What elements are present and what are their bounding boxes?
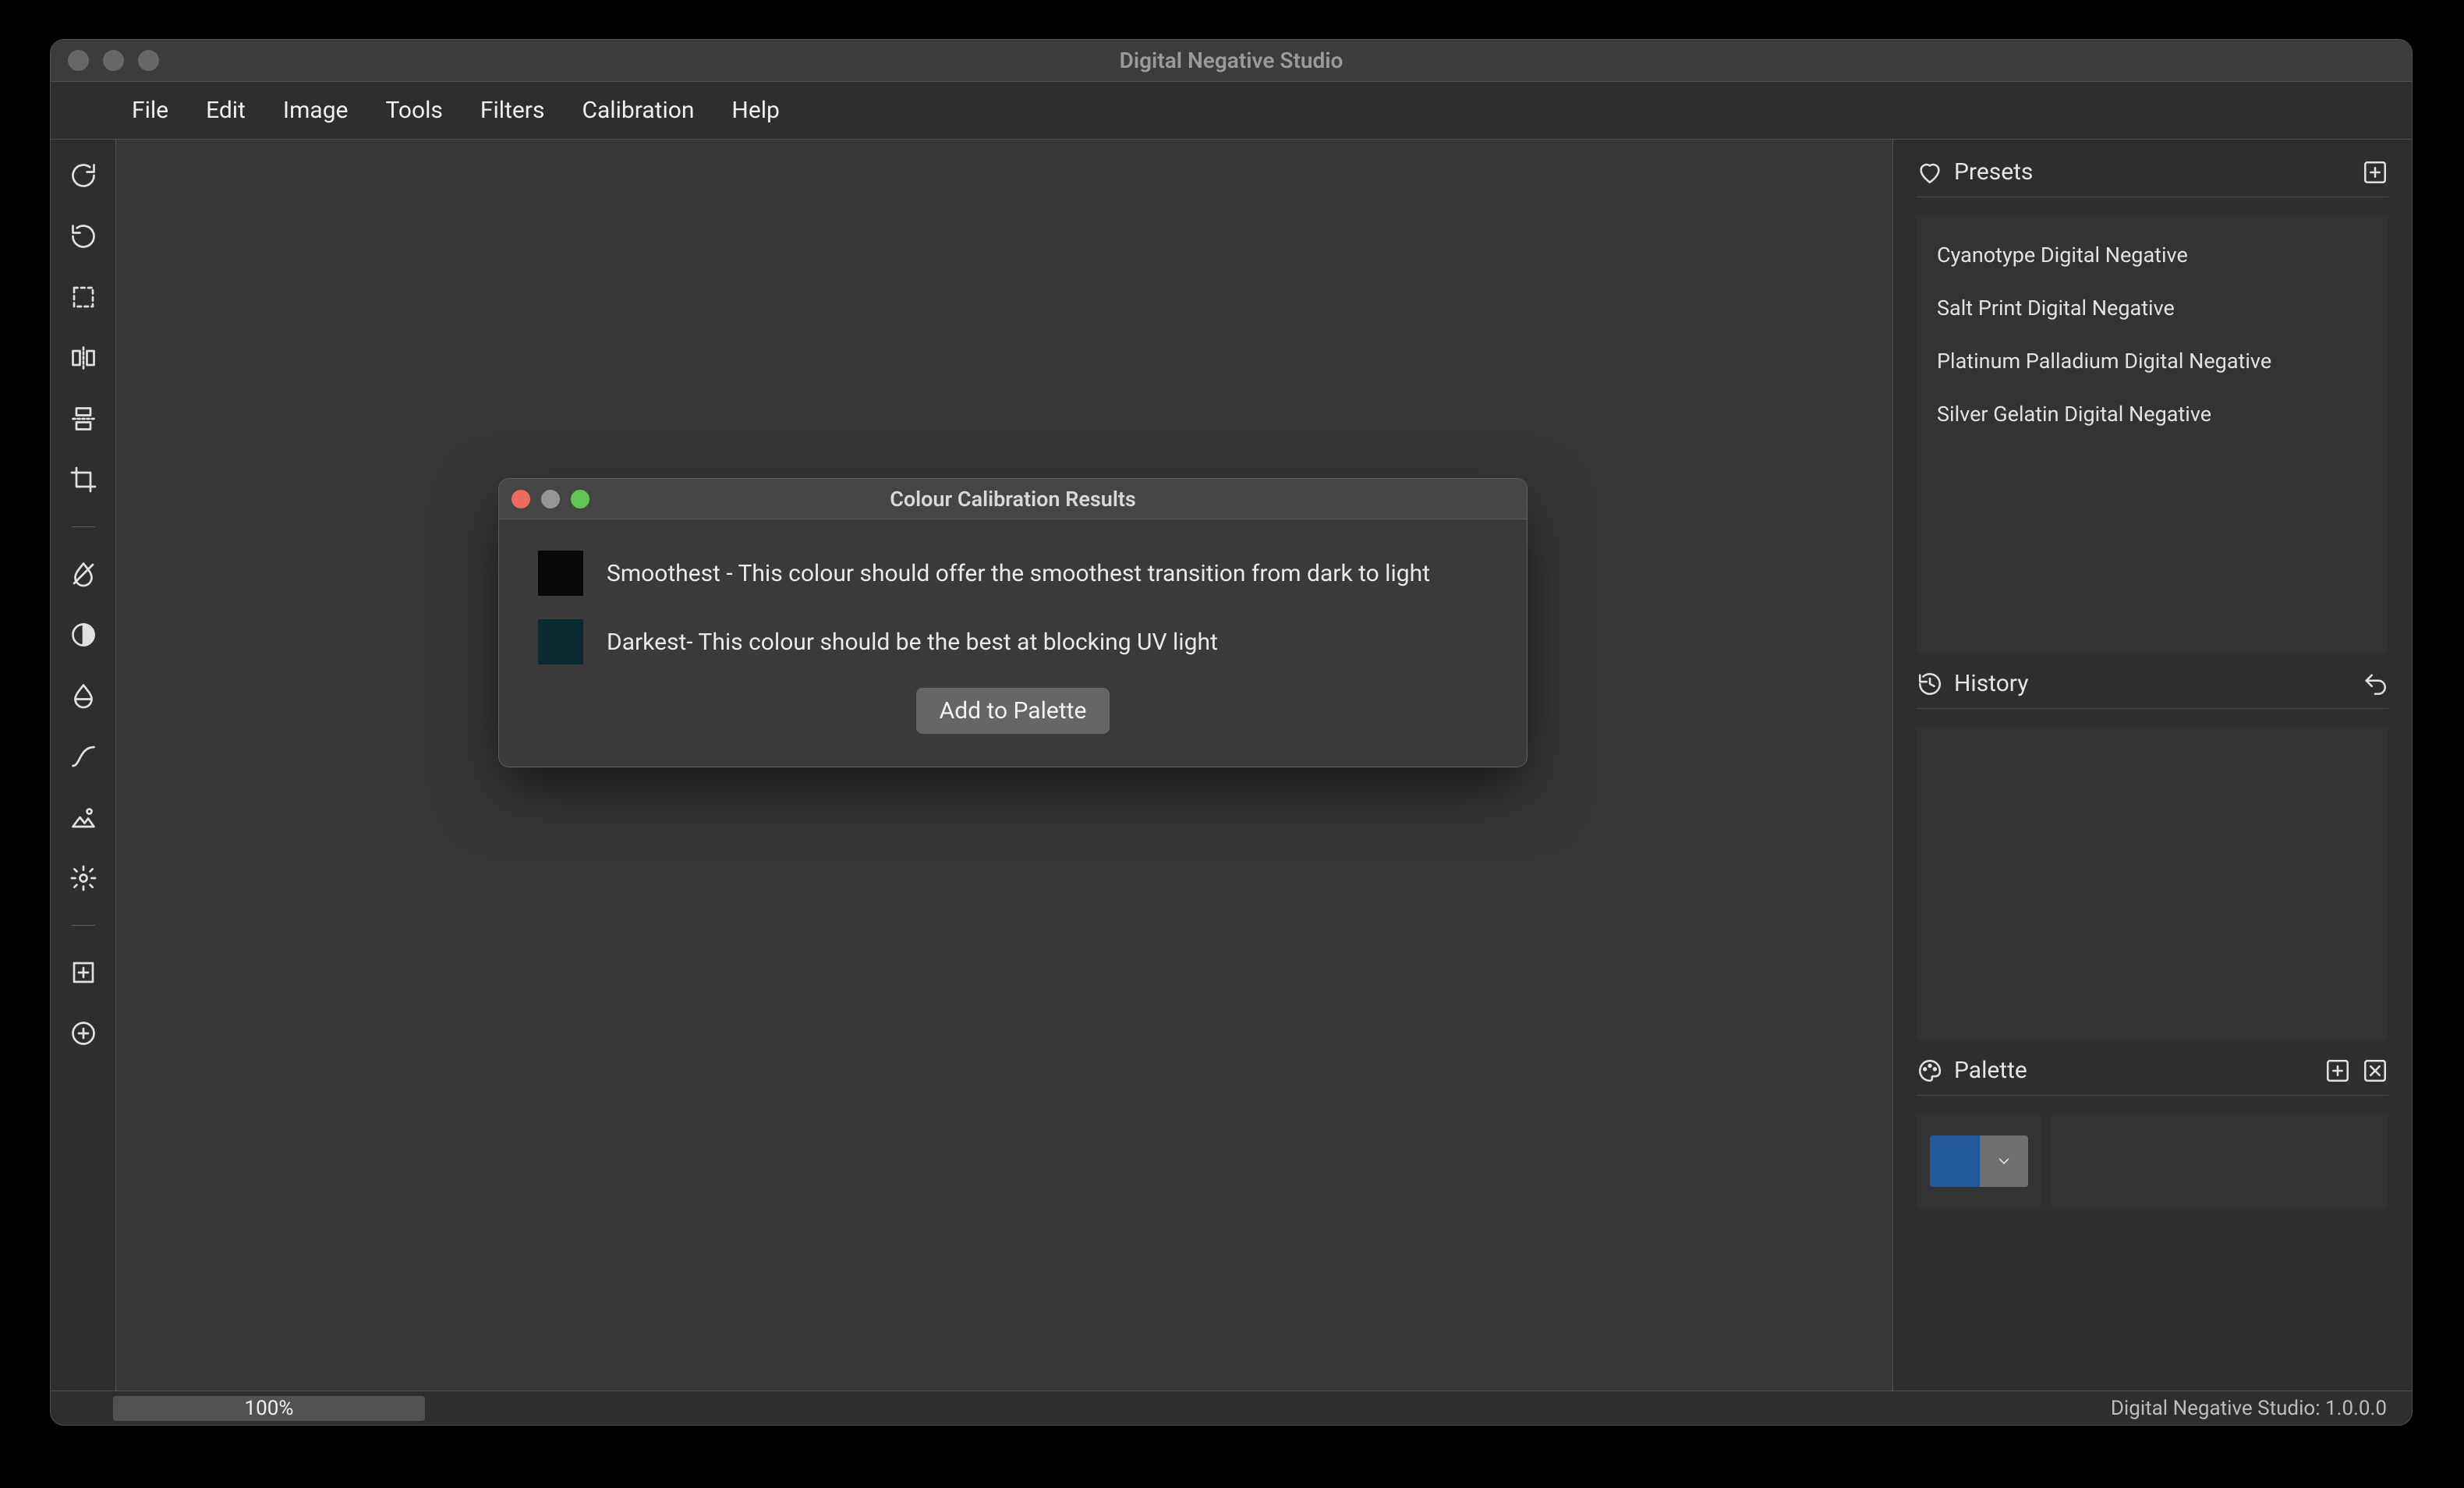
menu-file[interactable]: File bbox=[132, 97, 168, 124]
window-close-button[interactable] bbox=[68, 50, 89, 71]
dialog-traffic-lights bbox=[512, 490, 589, 508]
grid-add-icon[interactable] bbox=[69, 958, 97, 987]
menu-filters[interactable]: Filters bbox=[480, 97, 545, 124]
darkest-text: Darkest- This colour should be the best … bbox=[607, 629, 1218, 656]
history-list bbox=[1917, 728, 2388, 1040]
history-title: History bbox=[1954, 670, 2028, 697]
add-palette-icon[interactable] bbox=[2324, 1058, 2351, 1084]
result-row-smoothest: Smoothest - This colour should offer the… bbox=[538, 551, 1488, 596]
smoothest-text: Smoothest - This colour should offer the… bbox=[607, 560, 1430, 587]
dialog-body: Smoothest - This colour should offer the… bbox=[499, 519, 1527, 767]
palette-title: Palette bbox=[1954, 1057, 2027, 1084]
gear-icon[interactable] bbox=[69, 864, 97, 892]
landscape-icon[interactable] bbox=[69, 803, 97, 831]
toolbar-divider bbox=[72, 925, 95, 926]
body: Colour Calibration Results Smoothest - T… bbox=[51, 140, 2412, 1391]
heart-icon bbox=[1917, 159, 1943, 186]
presets-title: Presets bbox=[1954, 158, 2033, 186]
toolbar-divider bbox=[72, 526, 95, 527]
palette-colors-area bbox=[2051, 1114, 2388, 1208]
palette-current-swatch bbox=[1930, 1135, 1980, 1187]
add-to-palette-button[interactable]: Add to Palette bbox=[916, 688, 1110, 734]
menu-edit[interactable]: Edit bbox=[206, 97, 246, 124]
canvas[interactable]: Colour Calibration Results Smoothest - T… bbox=[116, 140, 1892, 1391]
window-minimize-button[interactable] bbox=[103, 50, 124, 71]
preset-item[interactable]: Silver Gelatin Digital Negative bbox=[1932, 388, 2373, 441]
remove-palette-icon[interactable] bbox=[2362, 1058, 2388, 1084]
palette-dropdown-button[interactable] bbox=[1980, 1135, 2028, 1187]
right-panel: Presets Cyanotype Digital Negative Salt … bbox=[1892, 140, 2412, 1391]
dialog-title: Colour Calibration Results bbox=[890, 487, 1136, 512]
menu-tools[interactable]: Tools bbox=[385, 97, 442, 124]
version-label: Digital Negative Studio: 1.0.0.0 bbox=[2111, 1397, 2387, 1420]
crop-icon[interactable] bbox=[69, 466, 97, 494]
flip-vertical-icon[interactable] bbox=[69, 405, 97, 433]
titlebar: Digital Negative Studio bbox=[51, 40, 2412, 82]
traffic-lights bbox=[68, 50, 159, 71]
smoothest-swatch bbox=[538, 551, 583, 596]
menu-help[interactable]: Help bbox=[731, 97, 779, 124]
result-row-darkest: Darkest- This colour should be the best … bbox=[538, 619, 1488, 664]
undo-icon[interactable] bbox=[2362, 671, 2388, 697]
presets-list: Cyanotype Digital Negative Salt Print Di… bbox=[1917, 216, 2388, 653]
calibration-results-dialog: Colour Calibration Results Smoothest - T… bbox=[498, 478, 1528, 767]
flip-horizontal-icon[interactable] bbox=[69, 344, 97, 372]
rotate-ccw-icon[interactable] bbox=[69, 222, 97, 250]
dialog-titlebar: Colour Calibration Results bbox=[499, 479, 1527, 519]
dialog-zoom-button[interactable] bbox=[571, 490, 589, 508]
preset-item[interactable]: Salt Print Digital Negative bbox=[1932, 282, 2373, 335]
window-zoom-button[interactable] bbox=[138, 50, 159, 71]
window-title: Digital Negative Studio bbox=[1120, 48, 1344, 73]
drop-icon[interactable] bbox=[69, 682, 97, 710]
zoom-level[interactable]: 100% bbox=[113, 1396, 425, 1421]
preset-item[interactable]: Platinum Palladium Digital Negative bbox=[1932, 335, 2373, 388]
history-icon bbox=[1917, 671, 1943, 697]
darkest-swatch bbox=[538, 619, 583, 664]
menu-image[interactable]: Image bbox=[283, 97, 349, 124]
rotate-cw-icon[interactable] bbox=[69, 161, 97, 190]
history-section: History bbox=[1917, 670, 2388, 1040]
presets-section: Presets Cyanotype Digital Negative Salt … bbox=[1917, 158, 2388, 653]
left-toolbar bbox=[51, 140, 116, 1391]
curve-icon[interactable] bbox=[69, 742, 97, 771]
invert-icon[interactable] bbox=[69, 560, 97, 588]
palette-icon bbox=[1917, 1058, 1943, 1084]
menubar: File Edit Image Tools Filters Calibratio… bbox=[51, 82, 2412, 140]
palette-section: Palette bbox=[1917, 1057, 2388, 1208]
preset-item[interactable]: Cyanotype Digital Negative bbox=[1932, 229, 2373, 282]
add-circle-icon[interactable] bbox=[69, 1019, 97, 1047]
contrast-icon[interactable] bbox=[69, 621, 97, 649]
main-window: Digital Negative Studio File Edit Image … bbox=[50, 39, 2413, 1426]
marquee-icon[interactable] bbox=[69, 283, 97, 311]
dialog-close-button[interactable] bbox=[512, 490, 530, 508]
menu-calibration[interactable]: Calibration bbox=[582, 97, 694, 124]
palette-current-slot[interactable] bbox=[1917, 1114, 2041, 1208]
dialog-minimize-button[interactable] bbox=[541, 490, 560, 508]
add-preset-icon[interactable] bbox=[2362, 159, 2388, 186]
statusbar: 100% Digital Negative Studio: 1.0.0.0 bbox=[51, 1391, 2412, 1425]
